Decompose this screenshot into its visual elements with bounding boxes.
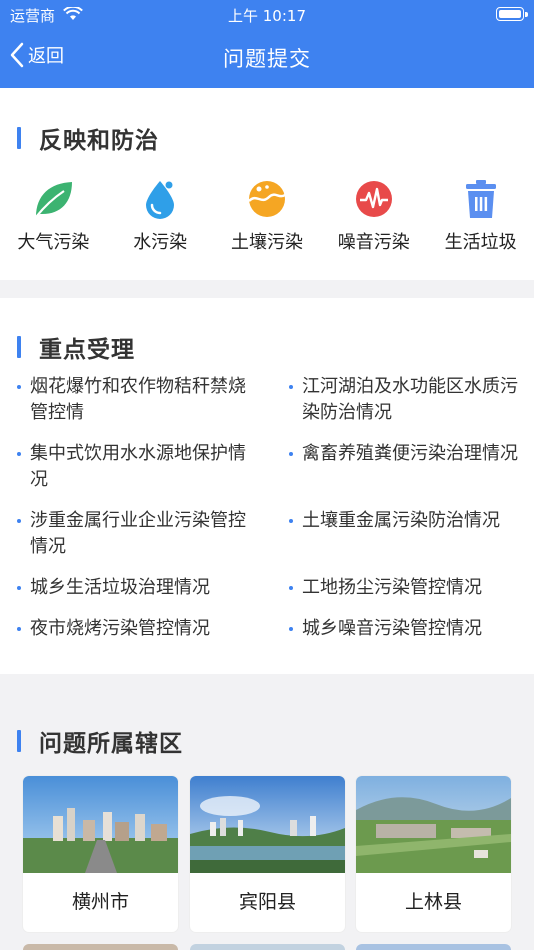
leaf-icon [32, 178, 74, 220]
focus-item-text: 江河湖泊及水功能区水质污染防治情况 [302, 376, 518, 423]
bullet-dot [17, 519, 21, 523]
focus-item[interactable]: 禽畜养殖粪便污染治理情况 [289, 441, 532, 467]
soil-icon [246, 178, 288, 220]
district-header: 问题所属辖区 [17, 724, 183, 758]
section-accent-bar [17, 127, 21, 149]
category-noise-pollution[interactable]: 噪音污染 [320, 178, 427, 254]
focus-item[interactable]: 城乡生活垃圾治理情况 [17, 575, 260, 601]
battery-tip [525, 12, 528, 17]
category-label: 大气污染 [17, 232, 90, 253]
focus-item[interactable]: 夜市烧烤污染管控情况 [17, 616, 260, 642]
district-card-hengzhou[interactable]: 横州市 [23, 776, 178, 932]
clock: 上午 10:17 [228, 7, 306, 25]
bullet-dot [17, 452, 21, 456]
focus-item-text: 涉重金属行业企业污染管控情况 [30, 510, 246, 557]
nav-bar: 返回 问题提交 [0, 28, 534, 88]
focus-header: 重点受理 [17, 330, 135, 364]
bullet-dot [289, 452, 293, 456]
district-card-binyang[interactable]: 宾阳县 [190, 776, 345, 932]
water-drop-icon [139, 178, 181, 220]
city-photo-image [190, 776, 345, 873]
focus-item[interactable]: 工地扬尘污染管控情况 [289, 575, 532, 601]
district-name: 宾阳县 [238, 891, 296, 913]
bullet-dot [289, 627, 293, 631]
bullet-dot [17, 586, 21, 590]
district-card-next-row-peek [356, 944, 511, 950]
focus-item-text: 烟花爆竹和农作物秸秆禁烧管控情 [30, 376, 246, 423]
prevention-section: 反映和防治 大气污染 水污染 土壤污染 噪音污染 生活垃圾 [0, 88, 534, 280]
category-soil-pollution[interactable]: 土壤污染 [214, 178, 321, 254]
page-title: 问题提交 [223, 47, 311, 71]
category-label: 噪音污染 [337, 232, 410, 253]
section-accent-bar [17, 336, 21, 358]
focus-item-text: 城乡噪音污染管控情况 [302, 618, 482, 639]
city-photo-image [23, 776, 178, 873]
focus-item[interactable]: 土壤重金属污染防治情况 [289, 508, 532, 534]
focus-item-text: 土壤重金属污染防治情况 [302, 510, 500, 531]
focus-item-text: 工地扬尘污染管控情况 [302, 577, 482, 598]
district-card-next-row-peek [190, 944, 345, 950]
category-row: 大气污染 水污染 土壤污染 噪音污染 生活垃圾 [0, 178, 534, 254]
district-name: 横州市 [71, 891, 129, 913]
sound-wave-icon [353, 178, 395, 220]
category-label: 土壤污染 [230, 232, 303, 253]
focus-item[interactable]: 集中式饮用水水源地保护情况 [17, 441, 260, 493]
bullet-dot [17, 385, 21, 389]
focus-item[interactable]: 涉重金属行业企业污染管控情况 [17, 508, 260, 560]
district-card-shanglin[interactable]: 上林县 [356, 776, 511, 932]
bullet-dot [17, 627, 21, 631]
prevention-header: 反映和防治 [17, 121, 159, 155]
focus-section: 重点受理 烟花爆竹和农作物秸秆禁烧管控情 江河湖泊及水功能区水质污染防治情况 集… [0, 298, 534, 674]
bullet-dot [289, 385, 293, 389]
category-air-pollution[interactable]: 大气污染 [0, 178, 107, 254]
status-bar: 运营商 上午 10:17 [0, 0, 534, 28]
category-water-pollution[interactable]: 水污染 [107, 178, 214, 254]
focus-item-text: 夜市烧烤污染管控情况 [30, 618, 210, 639]
city-photo-image [356, 776, 511, 873]
category-household-waste[interactable]: 生活垃圾 [427, 178, 534, 254]
prevention-title: 反映和防治 [39, 128, 159, 154]
trash-icon [460, 178, 502, 220]
bullet-dot [289, 519, 293, 523]
category-label: 水污染 [133, 232, 188, 253]
focus-item[interactable]: 城乡噪音污染管控情况 [289, 616, 532, 642]
district-name: 上林县 [404, 891, 462, 913]
focus-item[interactable]: 江河湖泊及水功能区水质污染防治情况 [289, 374, 532, 426]
category-label: 生活垃圾 [444, 232, 517, 253]
section-accent-bar [17, 730, 21, 752]
focus-item-text: 城乡生活垃圾治理情况 [30, 577, 210, 598]
focus-item-text: 集中式饮用水水源地保护情况 [30, 443, 246, 490]
district-card-next-row-peek [23, 944, 178, 950]
bullet-dot [289, 586, 293, 590]
focus-title: 重点受理 [39, 337, 135, 363]
focus-item[interactable]: 烟花爆竹和农作物秸秆禁烧管控情 [17, 374, 260, 426]
district-title: 问题所属辖区 [39, 731, 183, 757]
focus-item-text: 禽畜养殖粪便污染治理情况 [302, 443, 518, 464]
battery-icon [496, 7, 524, 21]
